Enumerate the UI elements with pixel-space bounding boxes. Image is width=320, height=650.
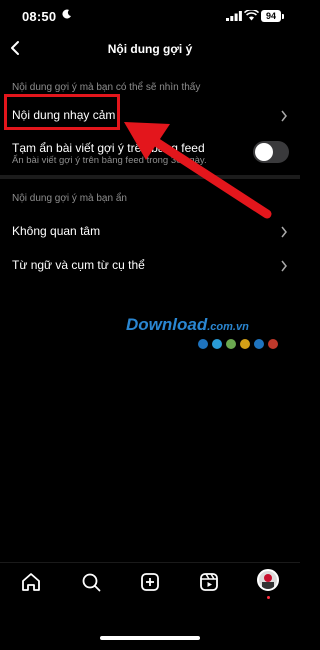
watermark-dot bbox=[198, 339, 208, 349]
snooze-suggested-posts-label: Tạm ẩn bài viết gợi ý trên bảng feed bbox=[12, 141, 205, 155]
home-icon[interactable] bbox=[20, 571, 42, 593]
not-interested-row[interactable]: Không quan tâm bbox=[0, 218, 300, 244]
signal-icon bbox=[226, 11, 242, 21]
not-interested-label: Không quan tâm bbox=[12, 224, 101, 238]
snooze-suggested-posts-toggle[interactable] bbox=[253, 141, 289, 163]
status-bar: 08:50 94 bbox=[0, 0, 300, 34]
create-icon[interactable] bbox=[139, 571, 161, 593]
highlight-box bbox=[4, 94, 120, 130]
specific-words-row[interactable]: Từ ngữ và cụm từ cụ thể bbox=[0, 252, 300, 278]
reels-icon[interactable] bbox=[198, 571, 220, 593]
watermark-suffix: .com.vn bbox=[207, 321, 249, 333]
watermark-dot bbox=[212, 339, 222, 349]
chevron-right-icon bbox=[281, 260, 287, 272]
battery-nub bbox=[282, 14, 284, 19]
watermark-dot bbox=[268, 339, 278, 349]
chevron-right-icon bbox=[281, 110, 287, 122]
moon-icon bbox=[62, 9, 71, 19]
battery-icon: 94 bbox=[261, 10, 281, 22]
home-indicator bbox=[100, 636, 200, 640]
toggle-knob bbox=[255, 143, 273, 161]
watermark-dot bbox=[226, 339, 236, 349]
header: Nội dung gợi ý bbox=[0, 34, 300, 62]
section-divider bbox=[0, 175, 300, 179]
page-title: Nội dung gợi ý bbox=[107, 42, 193, 56]
chevron-right-icon bbox=[281, 226, 287, 238]
watermark-dot bbox=[240, 339, 250, 349]
watermark-logo: Download.com.vn bbox=[126, 315, 249, 335]
wifi-icon bbox=[244, 10, 259, 21]
notification-dot bbox=[267, 596, 270, 599]
watermark-dots bbox=[198, 339, 278, 349]
watermark-text: Download bbox=[126, 315, 208, 334]
section-title-suggested-visible: Nội dung gợi ý mà bạn có thể sẽ nhìn thấ… bbox=[12, 82, 201, 93]
avatar-image bbox=[262, 574, 274, 589]
status-time: 08:50 bbox=[22, 9, 57, 24]
specific-words-label: Từ ngữ và cụm từ cụ thể bbox=[12, 258, 145, 272]
section-title-hidden: Nội dung gợi ý mà bạn ẩn bbox=[12, 193, 127, 204]
search-icon[interactable] bbox=[80, 571, 102, 593]
profile-avatar[interactable] bbox=[257, 569, 279, 591]
watermark-dot bbox=[254, 339, 264, 349]
snooze-suggested-posts-sublabel: Ẩn bài viết gợi ý trên bảng feed trong 3… bbox=[12, 155, 207, 166]
